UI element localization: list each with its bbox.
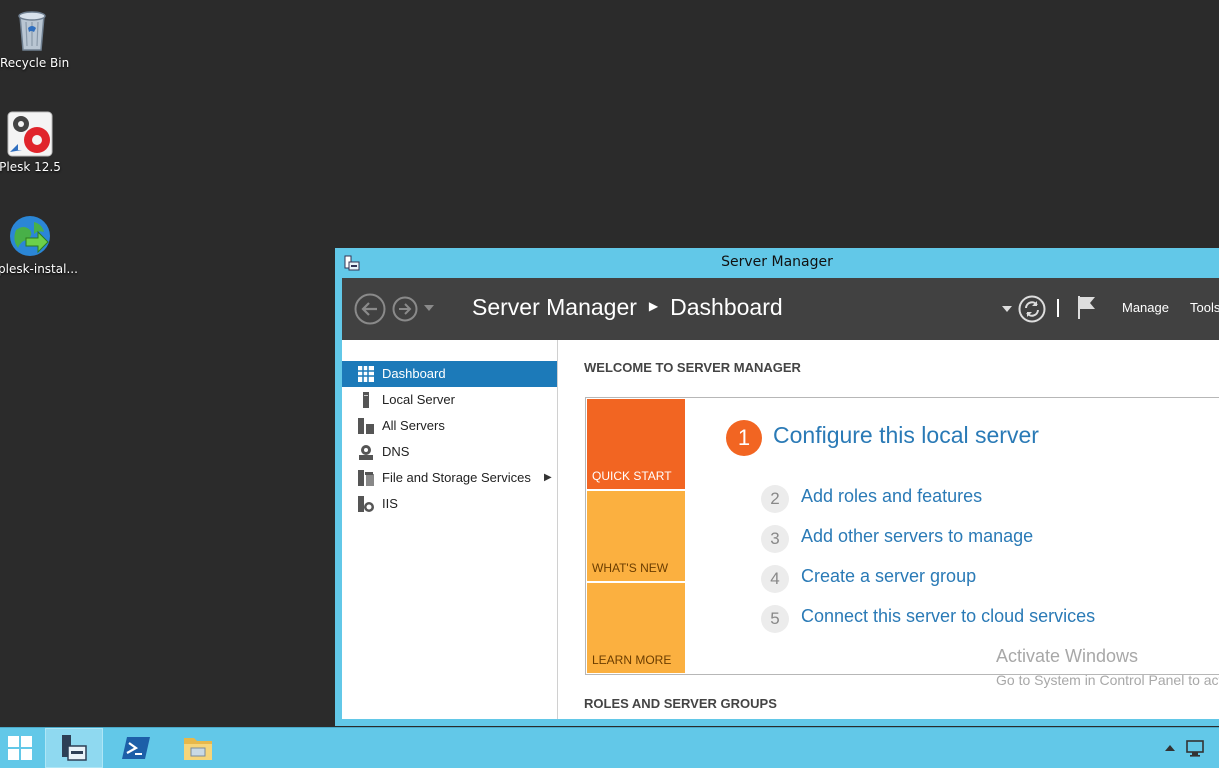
tile-label: LEARN MORE: [592, 653, 672, 667]
sidebar-item-file-storage[interactable]: File and Storage Services ▶: [342, 465, 557, 491]
step-number: 2: [761, 485, 789, 513]
desktop-icon-recycle-bin[interactable]: Recycle Bin: [0, 6, 70, 70]
history-dropdown-icon[interactable]: [424, 304, 434, 312]
plesk-installer-label: plesk-instal...: [0, 262, 78, 276]
breadcrumb-separator-icon: ▶: [648, 298, 659, 313]
command-bar: Server Manager ▶ Dashboard Manage Tools: [342, 278, 1219, 340]
breadcrumb-root[interactable]: Server Manager: [472, 294, 637, 320]
breadcrumb: Server Manager ▶ Dashboard: [472, 294, 783, 321]
sidebar-item-label: IIS: [382, 496, 398, 511]
windows-logo-icon: [8, 736, 32, 760]
storage-icon: [358, 470, 374, 486]
tile-learn-more[interactable]: LEARN MORE: [587, 583, 685, 673]
desktop-icon-plesk[interactable]: Plesk 12.5: [0, 110, 62, 174]
sidebar-item-label: File and Storage Services: [382, 470, 531, 485]
sidebar: Dashboard Local Server All Servers DNS F…: [342, 340, 558, 719]
menu-tools[interactable]: Tools: [1190, 300, 1219, 315]
window-titlebar[interactable]: Server Manager: [335, 248, 1219, 278]
start-button[interactable]: [0, 728, 40, 768]
taskbar-powershell[interactable]: [107, 728, 165, 768]
installer-globe-icon: [10, 216, 50, 256]
link-add-other-servers[interactable]: Add other servers to manage: [801, 526, 1033, 547]
step-number-1: 1: [726, 420, 762, 456]
step-number: 4: [761, 565, 789, 593]
tile-label: WHAT'S NEW: [592, 561, 669, 575]
refresh-dropdown-icon[interactable]: [1002, 305, 1012, 313]
sidebar-item-local-server[interactable]: Local Server: [342, 387, 557, 413]
back-button[interactable]: [354, 293, 386, 325]
sidebar-item-dashboard[interactable]: Dashboard: [342, 361, 557, 387]
iis-icon: [358, 496, 374, 512]
step-number: 5: [761, 605, 789, 633]
sidebar-item-label: All Servers: [382, 418, 445, 433]
roles-heading: ROLES AND SERVER GROUPS: [584, 696, 777, 711]
network-icon[interactable]: [1186, 740, 1204, 757]
dashboard-grid-icon: [358, 366, 374, 382]
sidebar-item-label: DNS: [382, 444, 410, 459]
server-manager-icon: [62, 735, 87, 761]
tile-whats-new[interactable]: WHAT'S NEW: [587, 491, 685, 581]
local-server-icon: [363, 392, 369, 408]
taskbar: [0, 727, 1219, 768]
link-add-roles-features[interactable]: Add roles and features: [801, 486, 982, 507]
content-area: Dashboard Local Server All Servers DNS F…: [342, 340, 1219, 719]
refresh-button[interactable]: [1018, 295, 1046, 323]
link-create-server-group[interactable]: Create a server group: [801, 566, 976, 587]
server-manager-window: Server Manager Server Manager ▶ Dashboard: [335, 248, 1219, 726]
window-title: Server Manager: [721, 254, 833, 270]
powershell-icon: [122, 737, 150, 759]
dashboard-main: WELCOME TO SERVER MANAGER QUICK START WH…: [558, 340, 1219, 719]
tile-label: QUICK START: [592, 469, 672, 483]
dns-icon: [359, 445, 373, 460]
all-servers-icon: [358, 418, 374, 434]
taskbar-file-explorer[interactable]: [169, 728, 227, 768]
plesk-label: Plesk 12.5: [0, 160, 61, 174]
sidebar-item-iis[interactable]: IIS: [342, 491, 557, 517]
system-tray: [1161, 738, 1211, 758]
folder-icon: [184, 738, 212, 760]
recycle-bin-icon: [18, 11, 46, 51]
notifications-flag-icon[interactable]: [1076, 294, 1098, 320]
toolbar-divider: [1057, 299, 1059, 317]
submenu-arrow-icon[interactable]: ▶: [544, 465, 552, 491]
menu-manage[interactable]: Manage: [1122, 300, 1169, 315]
step-number: 3: [761, 525, 789, 553]
forward-button[interactable]: [392, 296, 418, 322]
window-client-area: Server Manager ▶ Dashboard Manage Tools: [342, 278, 1219, 719]
link-connect-cloud-services[interactable]: Connect this server to cloud services: [801, 606, 1095, 627]
breadcrumb-current: Dashboard: [670, 294, 783, 320]
recycle-bin-label: Recycle Bin: [0, 56, 70, 70]
sidebar-item-dns[interactable]: DNS: [342, 439, 557, 465]
welcome-tile-panel: QUICK START WHAT'S NEW LEARN MORE 1 Conf…: [585, 397, 1219, 688]
tile-quick-start[interactable]: QUICK START: [587, 399, 685, 489]
welcome-heading: WELCOME TO SERVER MANAGER: [584, 360, 801, 375]
plesk-icon: [7, 111, 53, 157]
sidebar-item-label: Dashboard: [382, 366, 446, 381]
sidebar-item-label: Local Server: [382, 392, 455, 407]
taskbar-server-manager[interactable]: [45, 728, 103, 768]
link-configure-local-server[interactable]: Configure this local server: [773, 422, 1039, 449]
activation-watermark-title: Activate Windows: [996, 646, 1139, 666]
activation-watermark-subtitle: Go to System in Control Panel to activ: [996, 672, 1219, 688]
sidebar-item-all-servers[interactable]: All Servers: [342, 413, 557, 439]
desktop-icon-plesk-installer[interactable]: plesk-instal...: [0, 212, 78, 276]
show-hidden-icons-icon[interactable]: [1165, 745, 1175, 751]
